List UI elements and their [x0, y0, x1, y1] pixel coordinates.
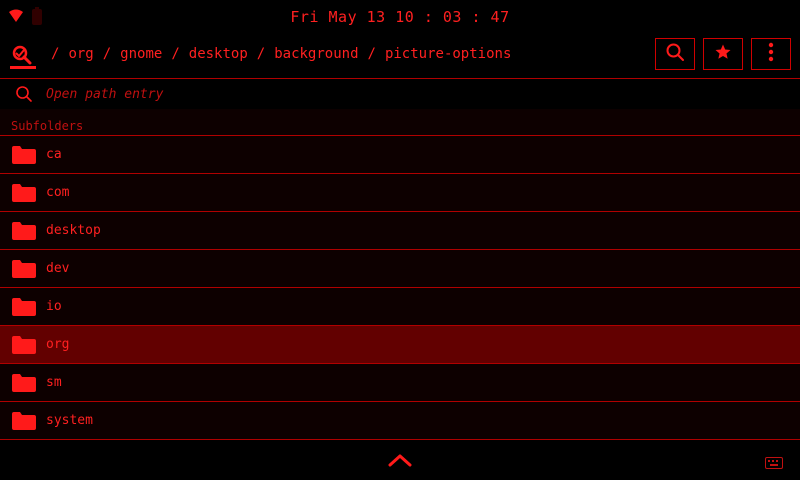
status-bar: Fri May 13 10 : 03 : 47 — [0, 0, 800, 34]
search-button[interactable] — [655, 38, 695, 70]
folder-icon — [12, 336, 36, 358]
path-entry-input[interactable] — [46, 85, 646, 103]
search-icon — [665, 42, 685, 66]
folder-icon — [12, 412, 36, 434]
path-entry-row — [0, 79, 800, 109]
chevron-up-icon[interactable] — [388, 452, 412, 471]
breadcrumb-separator: / — [367, 46, 376, 62]
list-item[interactable]: system — [0, 402, 800, 440]
breadcrumb-separator: / — [256, 46, 266, 62]
clock: Fri May 13 10 : 03 : 47 — [290, 8, 510, 26]
folder-list: ca com desktop dev io org sm system — [0, 136, 800, 440]
list-item-selected[interactable]: org — [0, 326, 800, 364]
folder-icon — [12, 298, 36, 320]
list-item-label: ca — [46, 147, 62, 162]
breadcrumb-separator: / — [171, 46, 180, 62]
list-item[interactable]: dev — [0, 250, 800, 288]
breadcrumb: / org / gnome / desktop / background / p… — [42, 46, 511, 62]
list-item-label: org — [46, 337, 70, 352]
folder-icon — [12, 146, 36, 168]
folder-icon — [12, 260, 36, 282]
list-item[interactable]: com — [0, 174, 800, 212]
header-bar: / org / gnome / desktop / background / p… — [0, 34, 800, 79]
list-item-label: com — [46, 185, 70, 200]
home-button[interactable] — [8, 42, 38, 70]
more-vertical-icon — [768, 42, 774, 66]
search-root-icon — [8, 45, 38, 74]
list-item-label: desktop — [46, 223, 101, 238]
list-item[interactable]: io — [0, 288, 800, 326]
keyboard-icon[interactable] — [765, 454, 783, 473]
list-item-label: io — [46, 299, 62, 314]
section-header: Subfolders — [0, 109, 800, 136]
breadcrumb-separator: / — [102, 46, 112, 62]
list-item-label: system — [46, 413, 93, 428]
folder-icon — [12, 184, 36, 206]
list-item[interactable]: desktop — [0, 212, 800, 250]
breadcrumb-item-desktop[interactable]: desktop — [189, 46, 248, 62]
breadcrumb-item-org[interactable]: org — [68, 46, 93, 62]
breadcrumb-item-picture-options[interactable]: picture-options — [385, 46, 511, 62]
search-icon — [15, 85, 33, 107]
list-item-label: sm — [46, 375, 62, 390]
list-item[interactable]: sm — [0, 364, 800, 402]
section-title: Subfolders — [11, 119, 84, 133]
folder-icon — [12, 374, 36, 396]
bottom-bar — [0, 440, 800, 480]
more-button[interactable] — [751, 38, 791, 70]
breadcrumb-item-gnome[interactable]: gnome — [120, 46, 162, 62]
list-item[interactable]: ca — [0, 136, 800, 174]
list-item-label: dev — [46, 261, 70, 276]
bookmark-button[interactable] — [703, 38, 743, 70]
breadcrumb-item-background[interactable]: background — [274, 46, 358, 62]
folder-icon — [12, 222, 36, 244]
breadcrumb-separator: / — [51, 46, 60, 62]
star-icon — [714, 43, 732, 65]
